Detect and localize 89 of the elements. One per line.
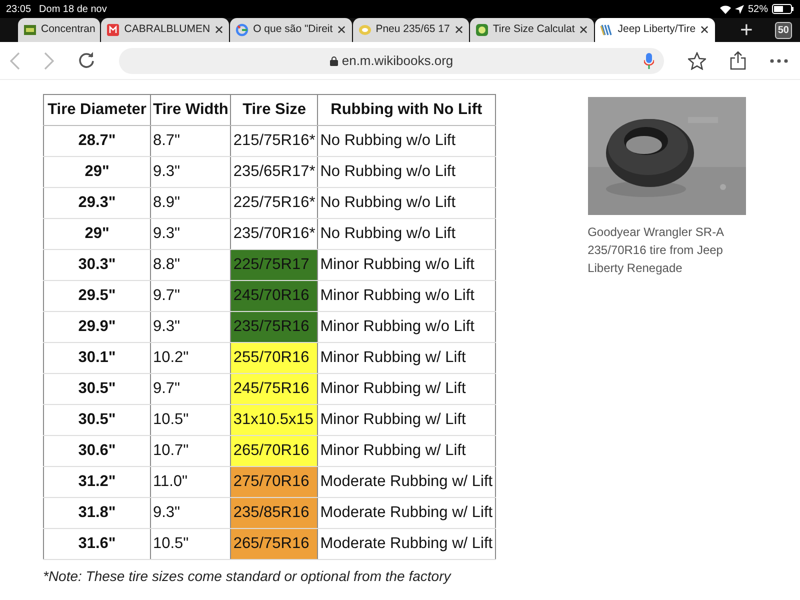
table-cell: 29.9"	[44, 312, 150, 342]
lock-icon	[330, 56, 338, 66]
favicon-icon	[358, 23, 372, 37]
status-time: 23:05	[6, 2, 32, 16]
close-tab-button[interactable]: ✕	[700, 21, 710, 39]
favicon-icon	[600, 23, 614, 37]
table-cell: 31x10.5x15	[230, 404, 318, 436]
close-tab-button[interactable]: ✕	[214, 21, 224, 39]
close-tab-button[interactable]: ✕	[336, 21, 347, 39]
table-cell: 265/75R16	[230, 528, 318, 560]
footnote: *Note: These tire sizes come standard or optional from the factory	[43, 567, 452, 586]
reload-icon[interactable]	[78, 52, 95, 69]
browser-tab[interactable]: CABRALBLUMEN ✕	[101, 18, 230, 42]
tab-title: CABRALBLUMEN	[124, 22, 210, 38]
table-cell: 275/70R16	[230, 466, 318, 498]
battery-icon	[772, 4, 794, 14]
table-cell: Minor Rubbing w/ Lift	[318, 404, 496, 436]
table-cell: Moderate Rubbing w/ Lift	[318, 528, 496, 560]
table-cell: Minor Rubbing w/ Lift	[318, 342, 496, 374]
address-bar[interactable]: en.m.wikibooks.org	[119, 48, 664, 74]
battery-level: 52%	[748, 2, 768, 16]
table-cell: No Rubbing w/o Lift	[318, 218, 496, 250]
browser-tab[interactable]: Jeep Liberty/Tire ✕	[594, 18, 715, 42]
table-cell: 31.6"	[44, 528, 150, 560]
table-cell: 245/75R16	[230, 374, 318, 404]
table-cell: Moderate Rubbing w/ Lift	[318, 466, 496, 498]
table-cell: 29.3"	[44, 188, 150, 218]
table-cell: No Rubbing w/o Lift	[318, 126, 496, 156]
location-icon	[734, 4, 744, 14]
tab-title: O que são "Direit	[253, 22, 333, 38]
browser-tab[interactable]: O que são "Direit ✕	[230, 18, 352, 42]
tab-title: Tire Size Calculat	[492, 22, 575, 38]
table-cell: 255/70R16	[230, 342, 318, 374]
table-cell: Minor Rubbing w/o Lift	[318, 250, 496, 280]
table-cell: 8.7"	[150, 126, 231, 156]
share-icon[interactable]	[730, 51, 746, 70]
table-cell: Minor Rubbing w/o Lift	[318, 312, 496, 342]
wifi-icon	[720, 4, 731, 14]
tab-title: Concentran	[41, 22, 96, 38]
close-tab-button[interactable]: ✕	[578, 21, 589, 39]
table-cell: 29.5"	[44, 280, 150, 312]
tab-count-button[interactable]: 50	[774, 22, 792, 38]
table-cell: 30.5"	[44, 404, 150, 436]
table-cell: 215/75R16*	[230, 126, 318, 156]
table-cell: 9.3"	[150, 156, 231, 188]
table-cell: Moderate Rubbing w/ Lift	[318, 498, 496, 528]
table-cell: 30.5"	[44, 374, 150, 404]
table-cell: 265/70R16	[230, 436, 318, 466]
close-tab-button[interactable]: ✕	[454, 21, 464, 39]
table-cell: 31.2"	[44, 466, 150, 498]
browser-tab[interactable]: Concentran	[18, 18, 100, 42]
microphone-icon[interactable]	[644, 52, 654, 68]
column-header: Tire Diameter	[44, 94, 150, 126]
table-cell: 30.3"	[44, 250, 150, 280]
column-header: Rubbing with No Lift	[318, 94, 496, 126]
browser-tab[interactable]: Tire Size Calculat ✕	[470, 18, 594, 42]
table-cell: 9.3"	[150, 218, 231, 250]
tab-title: Pneu 235/65 17	[376, 22, 450, 38]
table-cell: Minor Rubbing w/ Lift	[318, 374, 496, 404]
table-cell: 8.9"	[150, 188, 231, 218]
favicon-icon	[235, 23, 250, 37]
table-cell: 235/85R16	[230, 498, 318, 528]
table-cell: Minor Rubbing w/o Lift	[318, 280, 496, 312]
star-icon[interactable]	[688, 52, 706, 70]
table-cell: 235/75R16	[230, 312, 318, 342]
favicon-icon	[474, 23, 489, 37]
table-cell: Minor Rubbing w/ Lift	[318, 436, 496, 466]
browser-tab[interactable]: Pneu 235/65 17 ✕	[352, 18, 469, 42]
table-cell: No Rubbing w/o Lift	[318, 188, 496, 218]
status-date: Dom 18 de nov	[39, 2, 107, 16]
table-cell: 29"	[44, 218, 150, 250]
table-cell: 235/65R17*	[230, 156, 318, 188]
table-cell: 30.1"	[44, 342, 150, 374]
favicon-icon	[23, 23, 37, 37]
table-cell: 245/70R16	[230, 280, 318, 312]
table-cell: 225/75R17	[230, 250, 318, 280]
image-caption: Goodyear Wrangler SR-A 235/70R16 tire from Jeep Liberty Renegade	[588, 224, 725, 277]
table-cell: 28.7"	[44, 126, 150, 156]
table-cell: 31.8"	[44, 498, 150, 528]
table-cell: 29"	[44, 156, 150, 188]
table-cell: No Rubbing w/o Lift	[318, 156, 496, 188]
more-icon[interactable]	[770, 58, 788, 62]
tab-title: Jeep Liberty/Tire	[618, 22, 696, 38]
table-cell: 225/75R16*	[230, 188, 318, 218]
table-cell: 30.6"	[44, 436, 150, 466]
column-header: Tire Width	[150, 94, 231, 126]
new-tab-button[interactable]: +	[734, 18, 759, 42]
favicon-icon	[106, 23, 120, 37]
column-header: Tire Size	[230, 94, 318, 126]
